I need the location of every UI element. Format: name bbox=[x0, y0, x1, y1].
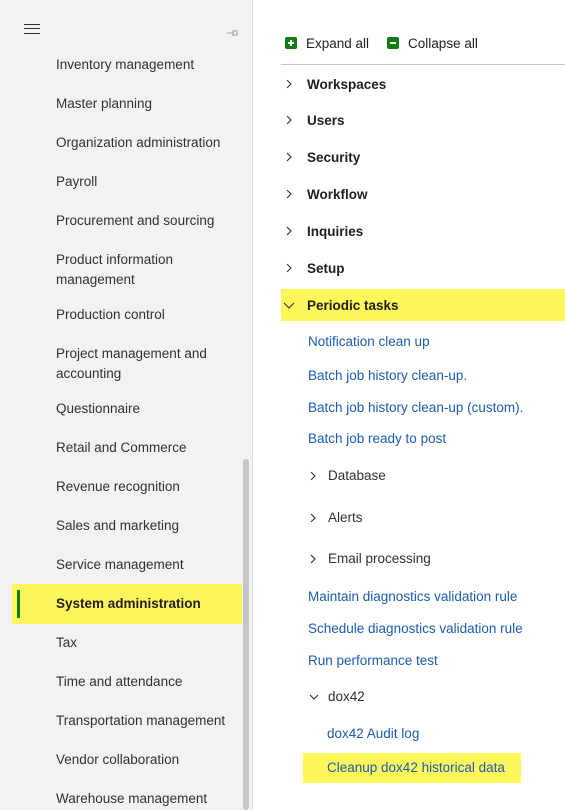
collapse-all-icon bbox=[387, 37, 400, 49]
group-security[interactable]: Security bbox=[281, 141, 565, 173]
group-setup[interactable]: Setup bbox=[281, 252, 565, 284]
chevron-down-icon bbox=[281, 299, 297, 311]
link-maintain-diagnostics-validation-rule[interactable]: Maintain diagnostics validation rule bbox=[308, 587, 517, 607]
subgroup-email-processing[interactable]: Email processing bbox=[308, 549, 431, 569]
nav-item-questionnaire[interactable]: Questionnaire bbox=[12, 399, 242, 419]
nav-item-master-planning[interactable]: Master planning bbox=[12, 94, 242, 114]
link-schedule-diagnostics-validation-rule[interactable]: Schedule diagnostics validation rule bbox=[308, 619, 523, 639]
group-label: Security bbox=[307, 149, 361, 165]
toolbar-divider bbox=[281, 64, 565, 65]
link-run-performance-test[interactable]: Run performance test bbox=[308, 651, 438, 671]
subgroup-label: Email processing bbox=[328, 551, 431, 566]
expand-all-button[interactable]: Expand all bbox=[285, 36, 369, 51]
group-inquiries[interactable]: Inquiries bbox=[281, 215, 565, 247]
link-batch-job-ready-to-post[interactable]: Batch job ready to post bbox=[308, 429, 446, 449]
subgroup-label: Database bbox=[328, 468, 386, 483]
chevron-right-icon bbox=[281, 262, 297, 274]
group-label: Workspaces bbox=[307, 76, 387, 92]
nav-item-product-information-management[interactable]: Product information management bbox=[12, 250, 212, 290]
link-notification-clean-up[interactable]: Notification clean up bbox=[308, 332, 430, 352]
toolbar: Expand all Collapse all bbox=[285, 32, 496, 54]
nav-item-system-administration[interactable]: System administration bbox=[12, 584, 242, 624]
subgroup-dox42[interactable]: dox42 bbox=[308, 687, 365, 707]
subgroup-alerts[interactable]: Alerts bbox=[308, 508, 363, 528]
expand-all-label: Expand all bbox=[306, 35, 370, 51]
subgroup-label: dox42 bbox=[328, 689, 365, 704]
link-dox42-audit-log[interactable]: dox42 Audit log bbox=[327, 724, 419, 744]
hamburger-icon[interactable] bbox=[24, 24, 40, 34]
group-workspaces[interactable]: Workspaces bbox=[281, 68, 565, 100]
expand-all-icon bbox=[285, 37, 297, 49]
group-label: Inquiries bbox=[307, 223, 364, 239]
nav-item-payroll[interactable]: Payroll bbox=[12, 172, 242, 192]
nav-item-tax[interactable]: Tax bbox=[12, 633, 242, 653]
nav-item-sales-and-marketing[interactable]: Sales and marketing bbox=[12, 516, 242, 536]
nav-item-inventory-management[interactable]: Inventory management bbox=[12, 55, 242, 75]
group-label: Workflow bbox=[307, 186, 368, 202]
selected-indicator bbox=[17, 590, 20, 618]
chevron-right-icon bbox=[281, 78, 297, 90]
collapse-all-button[interactable]: Collapse all bbox=[387, 36, 478, 51]
group-workflow[interactable]: Workflow bbox=[281, 178, 565, 210]
chevron-right-icon bbox=[281, 188, 297, 200]
link-batch-job-history-cleanup[interactable]: Batch job history clean-up. bbox=[308, 366, 467, 386]
group-label: Periodic tasks bbox=[307, 297, 399, 313]
nav-scrollbar-thumb[interactable] bbox=[243, 459, 249, 810]
group-periodic-tasks[interactable]: Periodic tasks bbox=[281, 289, 565, 321]
subgroup-database[interactable]: Database bbox=[308, 466, 386, 486]
nav-item-production-control[interactable]: Production control bbox=[12, 305, 242, 325]
module-navigation-pane: Inventory management Master planning Org… bbox=[0, 0, 253, 810]
chevron-right-icon bbox=[281, 114, 297, 126]
group-label: Users bbox=[307, 112, 345, 128]
nav-item-transportation-management[interactable]: Transportation management bbox=[12, 711, 242, 731]
module-menu-content: Expand all Collapse all Workspaces Users… bbox=[253, 0, 565, 810]
group-label: Setup bbox=[307, 260, 345, 276]
chevron-right-icon bbox=[308, 512, 318, 524]
chevron-right-icon bbox=[281, 151, 297, 163]
nav-header bbox=[0, 0, 252, 46]
chevron-right-icon bbox=[308, 553, 318, 565]
nav-item-warehouse-management[interactable]: Warehouse management bbox=[12, 789, 242, 809]
pin-icon[interactable] bbox=[226, 28, 240, 38]
nav-item-service-management[interactable]: Service management bbox=[12, 555, 242, 575]
nav-item-procurement-and-sourcing[interactable]: Procurement and sourcing bbox=[12, 211, 242, 231]
link-cleanup-dox42-historical-data[interactable]: Cleanup dox42 historical data bbox=[303, 753, 521, 783]
nav-item-revenue-recognition[interactable]: Revenue recognition bbox=[12, 477, 242, 497]
nav-item-vendor-collaboration[interactable]: Vendor collaboration bbox=[12, 750, 242, 770]
collapse-all-label: Collapse all bbox=[408, 35, 478, 51]
link-batch-job-history-cleanup-custom[interactable]: Batch job history clean-up (custom). bbox=[308, 398, 523, 418]
nav-item-retail-and-commerce[interactable]: Retail and Commerce bbox=[12, 438, 242, 458]
nav-item-project-management-and-accounting[interactable]: Project management and accounting bbox=[12, 344, 217, 384]
nav-item-organization-administration[interactable]: Organization administration bbox=[12, 133, 242, 153]
chevron-right-icon bbox=[308, 470, 318, 482]
chevron-right-icon bbox=[281, 225, 297, 237]
chevron-down-icon bbox=[308, 691, 319, 703]
nav-item-time-and-attendance[interactable]: Time and attendance bbox=[12, 672, 242, 692]
subgroup-label: Alerts bbox=[328, 510, 363, 525]
group-users[interactable]: Users bbox=[281, 104, 565, 136]
